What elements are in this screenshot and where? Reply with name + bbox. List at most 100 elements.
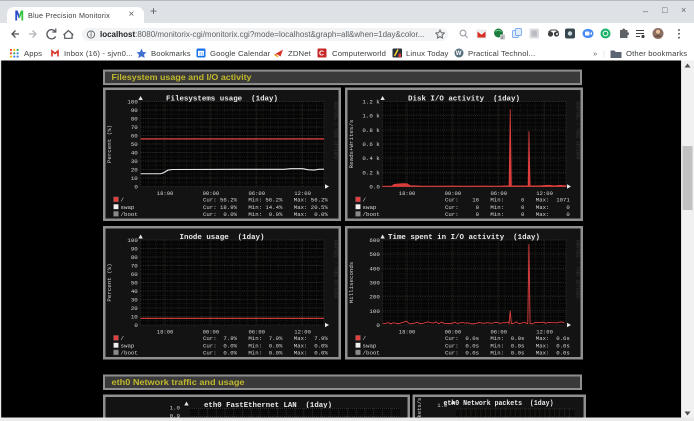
svg-text:Max: 0: Max: 0: [536, 211, 570, 218]
svg-text:Max: 0.0s: Max: 0.0s: [536, 350, 570, 357]
svg-text:0.4 k: 0.4 k: [362, 155, 380, 162]
svg-text:100: 100: [127, 237, 138, 244]
svg-text:1.0: 1.0: [170, 405, 181, 412]
svg-text:Min: 0.0%: Min: 0.0%: [248, 211, 282, 218]
svg-text:0.8 k: 0.8 k: [362, 127, 380, 134]
svg-text:Disk I/O activity (1day): Disk I/O activity (1day): [408, 96, 520, 104]
svg-text:RRDTOOL / TOBI OETIKER: RRDTOOL / TOBI OETIKER: [333, 240, 338, 298]
svg-text:18:00: 18:00: [157, 329, 174, 336]
svg-text:20: 20: [131, 167, 138, 174]
svg-text:60: 60: [131, 133, 138, 140]
svg-text:Min: 56.2%: Min: 56.2%: [248, 197, 282, 204]
svg-text:Min: 6: Min: 6: [490, 197, 524, 204]
svg-text:200: 200: [369, 294, 380, 301]
svg-text:Min: 0.0s: Min: 0.0s: [490, 342, 524, 349]
svg-text:Percent (%): Percent (%): [106, 263, 113, 301]
svg-text:Cur: 0.0%: Cur: 0.0%: [203, 350, 237, 357]
svg-text:Cur: 0.0s: Cur: 0.0s: [445, 342, 479, 349]
svg-text:/boot: /boot: [121, 350, 138, 357]
svg-text:/boot: /boot: [121, 211, 138, 218]
svg-text:Cur: 56.2%: Cur: 56.2%: [203, 197, 237, 204]
svg-text:Filesystem usage and I/O activ: Filesystem usage and I/O activity: [112, 72, 252, 82]
svg-text:RRDTOOL / TOBI OETIKER: RRDTOOL / TOBI OETIKER: [575, 102, 580, 160]
svg-text:/boot: /boot: [363, 211, 380, 218]
svg-text:Reads+Writes/s: Reads+Writes/s: [348, 120, 355, 169]
svg-text:/: /: [121, 197, 125, 204]
svg-text:70: 70: [131, 124, 138, 131]
svg-text:Min: 7.9%: Min: 7.9%: [248, 335, 282, 342]
svg-text:Cur: 0.0%: Cur: 0.0%: [203, 342, 237, 349]
svg-text:RRDTOOL / TOBI OETIKER: RRDTOOL / TOBI OETIKER: [333, 102, 338, 160]
svg-text:20: 20: [131, 305, 138, 312]
svg-text:40: 40: [131, 150, 138, 157]
svg-text:600: 600: [369, 237, 380, 244]
svg-text:Percent (%): Percent (%): [106, 125, 113, 163]
svg-text:/: /: [121, 335, 125, 342]
svg-text:18:00: 18:00: [399, 329, 416, 336]
svg-text:swap: swap: [363, 204, 377, 211]
svg-text:Min: 0.0%: Min: 0.0%: [248, 342, 282, 349]
svg-text:swap: swap: [121, 342, 135, 349]
svg-text:100: 100: [127, 99, 138, 106]
svg-text:/boot: /boot: [363, 350, 380, 357]
svg-text:Cur: 7.9%: Cur: 7.9%: [203, 335, 237, 342]
svg-text:Inode usage (1day): Inode usage (1day): [180, 234, 265, 242]
svg-text:40: 40: [131, 288, 138, 295]
svg-text:Cur: 18.9%: Cur: 18.9%: [203, 204, 237, 211]
svg-text:/: /: [363, 335, 367, 342]
svg-text:Max: 20.5%: Max: 20.5%: [294, 204, 328, 211]
svg-text:1.2 k: 1.2 k: [362, 98, 380, 105]
svg-text:80: 80: [131, 254, 138, 261]
svg-text:0: 0: [134, 184, 138, 191]
svg-text:500: 500: [369, 251, 380, 258]
svg-text:swap: swap: [363, 342, 377, 349]
svg-text:80: 80: [131, 116, 138, 123]
svg-text:Cur: 0: Cur: 0: [445, 211, 479, 218]
svg-text:Cur: 0.0%: Cur: 0.0%: [203, 211, 237, 218]
svg-text:0.0: 0.0: [369, 184, 380, 191]
svg-text:Milliseconds: Milliseconds: [348, 262, 355, 304]
svg-text:Max: 1071: Max: 1071: [536, 197, 570, 204]
svg-text:Cur: 16: Cur: 16: [445, 197, 479, 204]
svg-text:Max: 0.6s: Max: 0.6s: [536, 335, 570, 342]
svg-text:18:00: 18:00: [399, 190, 416, 197]
svg-text:Max: 0.0%: Max: 0.0%: [294, 342, 328, 349]
svg-text:Cur: 0: Cur: 0: [445, 204, 479, 211]
svg-text:100: 100: [369, 308, 380, 315]
svg-text:Min: 0.0s: Min: 0.0s: [490, 350, 524, 357]
svg-text:Min: 0.0%: Min: 0.0%: [248, 350, 282, 357]
svg-text:Packets/s: Packets/s: [416, 398, 423, 421]
svg-text:10: 10: [131, 314, 138, 321]
svg-text:Min: 0: Min: 0: [490, 211, 524, 218]
svg-text:Min: 0.0s: Min: 0.0s: [490, 335, 524, 342]
svg-text:Cur: 0.0s: Cur: 0.0s: [445, 350, 479, 357]
svg-text:18:00: 18:00: [157, 190, 174, 197]
svg-text:Filesystems usage (1day): Filesystems usage (1day): [166, 96, 278, 104]
svg-text:Min: 14.4%: Min: 14.4%: [248, 204, 282, 211]
svg-text:1.0 k: 1.0 k: [362, 113, 380, 120]
svg-text:10: 10: [131, 175, 138, 182]
svg-text:0: 0: [376, 322, 380, 329]
svg-text:1.0: 1.0: [437, 402, 447, 409]
svg-text:300: 300: [369, 279, 380, 286]
svg-text:Max: 56.2%: Max: 56.2%: [294, 197, 328, 204]
svg-text:Min: 0: Min: 0: [490, 204, 524, 211]
svg-text:0.6 k: 0.6 k: [362, 141, 380, 148]
svg-text:Max: 7.9%: Max: 7.9%: [294, 335, 328, 342]
svg-text:30: 30: [131, 297, 138, 304]
svg-text:50: 50: [131, 141, 138, 148]
svg-text:RRDTOOL / TOBI OETIKER: RRDTOOL / TOBI OETIKER: [575, 240, 580, 298]
svg-text:Cur: 0.0s: Cur: 0.0s: [445, 335, 479, 342]
svg-text:90: 90: [131, 107, 138, 114]
svg-text:eth0 Network traffic and usage: eth0 Network traffic and usage: [112, 377, 245, 387]
svg-text:Max: 0: Max: 0: [536, 204, 570, 211]
svg-text:70: 70: [131, 263, 138, 270]
svg-text:Max: 0.0s: Max: 0.0s: [536, 342, 570, 349]
svg-text:0: 0: [134, 322, 138, 329]
svg-text:0.2 k: 0.2 k: [362, 169, 380, 176]
svg-text:/: /: [363, 197, 367, 204]
svg-text:Max: 0.0%: Max: 0.0%: [294, 350, 328, 357]
svg-text:Max: 0.0%: Max: 0.0%: [294, 211, 328, 218]
svg-text:60: 60: [131, 271, 138, 278]
svg-text:400: 400: [369, 265, 380, 272]
